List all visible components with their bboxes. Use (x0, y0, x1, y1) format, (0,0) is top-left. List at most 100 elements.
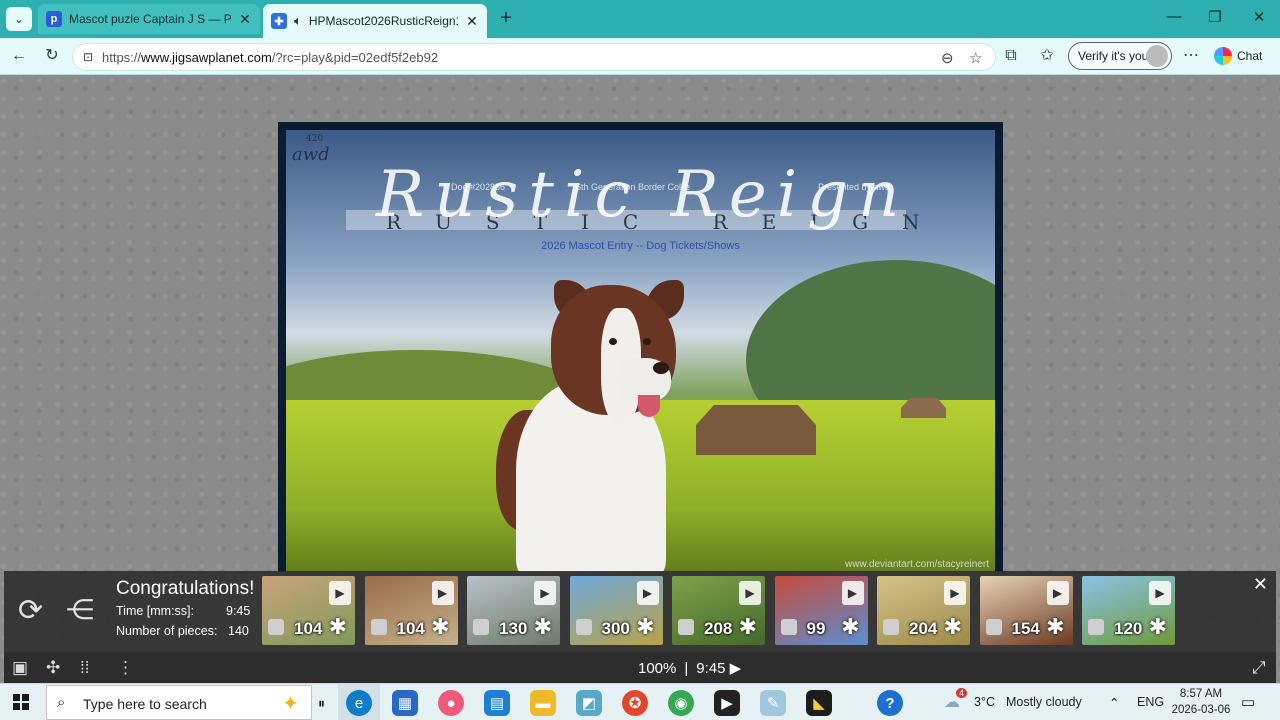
piece-count: 104 (396, 619, 425, 638)
piece-sort-icon[interactable]: ✣ (46, 658, 60, 678)
clock-date: 2026-03-06 (1171, 704, 1231, 716)
related-puzzle-thumbnail[interactable]: ▶ 99 ✱ (774, 576, 868, 645)
image-preview-icon[interactable]: ▣ (12, 658, 28, 678)
close-icon[interactable]: ✕ (1253, 574, 1268, 595)
taskbar-search[interactable]: ⌕ Type here to search ✦ (46, 685, 312, 720)
copilot-chat-button[interactable]: Chat (1214, 47, 1262, 65)
task-view-icon[interactable]: ⏸ (318, 695, 325, 712)
url-host: www.jigsawplanet.com (141, 50, 272, 65)
menu-dots-icon[interactable]: ⋮ (117, 658, 134, 678)
art-subtitle: 2026 Mascot Entry -- Dog Tickets/Shows (541, 240, 740, 252)
favorites-icon[interactable]: ✩ (1036, 45, 1058, 67)
tab-hpmascot[interactable]: ✚ 🔈︎ HPMascot2026RusticReign1 ✕ (263, 4, 487, 38)
piece-count: 99 (806, 619, 826, 638)
taskbar: ⌕ Type here to search ✦ ⏸ e ▦ ● ▤ ▬ ◩ ✪ … (0, 683, 1280, 720)
browser-toolbar: ← ↻ ⊡ https://www.jigsawplanet.com/?rc=p… (0, 38, 1280, 75)
windows-start-icon[interactable] (13, 694, 29, 710)
edge-icon[interactable]: e (346, 690, 372, 716)
piece-count: 104 (294, 619, 323, 638)
puzzle-type-icon (268, 619, 284, 635)
related-puzzle-thumbnail[interactable]: ▶ 204 ✱ (877, 576, 970, 645)
play-icon[interactable]: ▶ (431, 581, 454, 605)
related-puzzle-thumbnail[interactable]: ▶ 154 ✱ (979, 576, 1073, 645)
help-icon[interactable]: ? (877, 690, 903, 716)
favorite-star-icon[interactable]: ☆ (969, 49, 982, 67)
store-icon[interactable]: ▤ (484, 690, 510, 716)
puzzle-status: 100% | 9:45 ▶ (638, 659, 741, 677)
puzzle-toolbar: ▣ ✣ ⁞⁞ ⋮ 100% | 9:45 ▶ ⤢ (4, 652, 1276, 683)
related-puzzle-thumbnail[interactable]: ▶ 208 ✱ (672, 576, 765, 645)
close-icon[interactable]: ✕ (238, 11, 252, 28)
calculator-icon[interactable]: ▦ (392, 690, 418, 716)
page-viewport: 420 awd Dog #202856 6th Generation Border… (0, 75, 1280, 683)
grid-icon[interactable]: ⁞⁞ (80, 658, 89, 678)
puzzle-type-icon (370, 619, 387, 635)
related-puzzle-thumbnail[interactable]: ▶ 300 ✱ (569, 576, 663, 645)
dog-tongue (638, 395, 660, 417)
piece-count: 204 (909, 619, 938, 638)
sticky-notes-icon[interactable]: ◣ (806, 690, 832, 716)
piece-count: 130 (499, 619, 528, 638)
chevron-up-icon[interactable]: ⌃ (1109, 695, 1119, 710)
notifications-icon[interactable]: ▭ (1241, 693, 1255, 711)
file-explorer-icon[interactable]: ▬ (530, 690, 556, 716)
extensions-icon[interactable]: ⧉ (1000, 45, 1022, 67)
more-options-icon[interactable]: ⋯ (1180, 45, 1202, 67)
tab-mascot-puzzle[interactable]: p Mascot puzle Captain J S — Postin ✕ (38, 4, 260, 34)
play-icon[interactable]: ▶ (1046, 581, 1069, 605)
minimize-button[interactable]: — (1164, 8, 1184, 25)
puzzle-image[interactable]: 420 awd Dog #202856 6th Generation Border… (278, 122, 1003, 572)
related-puzzle-thumbnail[interactable]: ▶ 104 ✱ (262, 576, 355, 645)
play-icon[interactable]: ▶ (636, 581, 659, 605)
language-indicator[interactable]: ENG (1137, 695, 1164, 709)
copilot-icon (1214, 47, 1232, 65)
url-text[interactable]: https://www.jigsawplanet.com/?rc=play&pi… (102, 50, 438, 65)
related-puzzle-thumbnail[interactable]: ▶ 120 ✱ (1082, 576, 1175, 645)
hut (901, 398, 946, 418)
share-icon[interactable]: ⋲ (66, 593, 94, 626)
gimp-icon[interactable]: ✪ (622, 690, 648, 716)
url-path: /?rc=play&pid=02edf5f2eb92 (271, 50, 439, 65)
paint-palette-icon[interactable]: ✎ (760, 690, 786, 716)
play-icon[interactable]: ▶ (730, 660, 742, 677)
fullscreen-icon[interactable]: ⤢ (1252, 658, 1266, 678)
play-icon[interactable]: ▶ (841, 581, 864, 605)
media-player-icon[interactable]: ▶ (714, 690, 740, 716)
puzzle-piece-icon: ✱ (1148, 614, 1167, 639)
play-icon[interactable]: ▶ (739, 581, 761, 605)
weather-text[interactable]: Mostly cloudy (1006, 695, 1082, 709)
play-icon[interactable]: ▶ (329, 581, 351, 605)
puzzle-piece-icon: ✱ (1046, 614, 1065, 639)
profile-verify-button[interactable]: Verify it's you (1068, 42, 1172, 70)
speaker-icon[interactable]: 🔈︎ (294, 13, 302, 29)
play-icon[interactable]: ▶ (944, 581, 966, 605)
restore-button[interactable]: ❐ (1205, 8, 1225, 26)
new-tab-button[interactable]: + (495, 7, 517, 29)
status-separator: | (684, 660, 689, 677)
puzzle-icon: ✚ (271, 13, 287, 29)
puzzle-type-icon (1088, 619, 1104, 635)
puzzle-piece-icon: ✱ (328, 614, 347, 639)
back-button[interactable]: ← (8, 45, 30, 67)
weather-temp[interactable]: 3°C (974, 695, 995, 709)
tab-actions-menu[interactable]: ⌄ (6, 7, 32, 31)
maps-icon[interactable]: ◉ (668, 690, 694, 716)
play-icon[interactable]: ▶ (1149, 581, 1171, 605)
dog-nose (653, 362, 669, 374)
play-icon[interactable]: ▶ (534, 581, 556, 605)
close-window-button[interactable]: ✕ (1249, 8, 1269, 26)
piece-count: 300 (601, 619, 630, 638)
clock[interactable]: 8:57 AM 2026-03-06 (1166, 686, 1236, 718)
refresh-button[interactable]: ↻ (41, 45, 63, 67)
puzzle-type-icon (473, 619, 489, 635)
timer: 9:45 (696, 660, 726, 677)
zoom-icon[interactable]: ⊖ (941, 49, 954, 67)
restart-icon[interactable]: ⟳ (18, 593, 43, 628)
related-puzzle-thumbnail[interactable]: ▶ 130 ✱ (467, 576, 560, 645)
close-icon[interactable]: ✕ (465, 13, 479, 30)
related-puzzle-thumbnail[interactable]: ▶ 104 ✱ (364, 576, 458, 645)
address-bar[interactable]: ⊡ https://www.jigsawplanet.com/?rc=play&… (72, 43, 996, 71)
snipping-tool-icon[interactable]: ◩ (576, 690, 602, 716)
paint-icon[interactable]: ● (438, 690, 464, 716)
site-info-icon[interactable]: ⊡ (83, 50, 97, 64)
